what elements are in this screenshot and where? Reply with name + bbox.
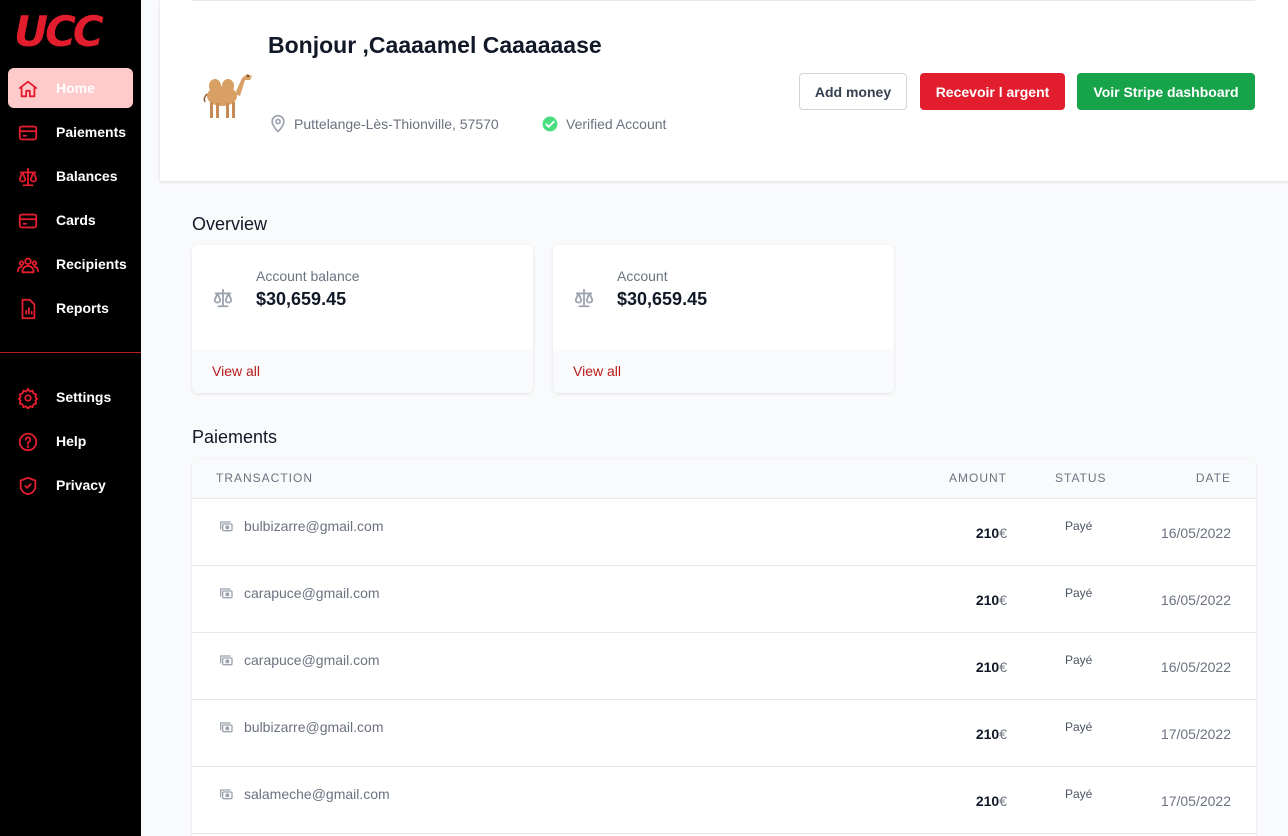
shield-check-icon — [19, 476, 37, 496]
camel-avatar — [203, 74, 252, 118]
transaction-date: 16/05/2022 — [1160, 659, 1231, 675]
sidebar-item-reports[interactable]: Reports — [8, 288, 133, 328]
profile-header: Bonjour ,Caaaamel Caaaaaase Puttelange-L… — [160, 0, 1288, 181]
table-row[interactable]: carapuce@gmail.com 210€ Payé 16/05/2022 — [192, 566, 1256, 633]
currency-symbol: € — [999, 726, 1007, 742]
sidebar-item-label: Privacy — [56, 477, 106, 493]
transaction-email: bulbizarre@gmail.com — [244, 518, 384, 534]
sidebar-item-label: Cards — [56, 212, 96, 228]
amount-value: 210 — [975, 592, 1000, 608]
card-value: $30,659.45 — [256, 289, 347, 309]
table-header: TRANSACTION AMOUNT STATUS DATE — [192, 459, 1256, 499]
home-icon — [18, 80, 38, 98]
amount-value: 210 — [975, 726, 1000, 742]
transaction-email: bulbizarre@gmail.com — [244, 719, 384, 735]
column-header-status[interactable]: STATUS — [1055, 471, 1107, 485]
card-label: Account balance — [256, 268, 360, 284]
column-header-transaction[interactable]: TRANSACTION — [216, 471, 313, 485]
scale-icon — [18, 167, 38, 187]
scale-icon — [574, 288, 594, 308]
amount-value: 210 — [975, 659, 1000, 675]
amount-value: 210 — [975, 793, 1000, 809]
status-badge: Payé — [1065, 586, 1093, 600]
sidebar-item-label: Home — [56, 80, 95, 96]
currency-symbol: € — [999, 592, 1007, 608]
sidebar-item-help[interactable]: Help — [8, 421, 133, 461]
sidebar-item-balances[interactable]: Balances — [8, 156, 133, 196]
sidebar-item-recipients[interactable]: Recipients — [8, 244, 133, 284]
gear-icon — [17, 387, 39, 409]
transaction-email: salameche@gmail.com — [244, 786, 390, 802]
sidebar-item-label: Help — [56, 433, 87, 449]
sidebar-item-cards[interactable]: Cards — [8, 200, 133, 240]
scale-icon — [213, 288, 233, 308]
card-value: $30,659.45 — [617, 289, 708, 309]
currency-symbol: € — [999, 659, 1007, 675]
view-all-link[interactable]: View all — [212, 363, 260, 379]
table-row[interactable]: bulbizarre@gmail.com 210€ Payé 17/05/202… — [192, 700, 1256, 767]
account-card: Account $30,659.45 View all — [553, 245, 894, 393]
cash-icon — [220, 588, 233, 599]
status-badge: Payé — [1065, 787, 1093, 801]
transaction-amount: 210€ — [976, 592, 1007, 608]
transaction-amount: 210€ — [976, 793, 1007, 809]
view-all-link[interactable]: View all — [573, 363, 621, 379]
table-row[interactable]: bulbizarre@gmail.com 210€ Payé 16/05/202… — [192, 499, 1256, 566]
cash-icon — [220, 655, 233, 666]
column-header-amount[interactable]: AMOUNT — [949, 471, 1007, 485]
sidebar-item-privacy[interactable]: Privacy — [8, 465, 133, 505]
stripe-dashboard-button[interactable]: Voir Stripe dashboard — [1077, 73, 1255, 110]
cash-icon — [220, 722, 233, 733]
currency-symbol: € — [999, 525, 1007, 541]
add-money-button[interactable]: Add money — [799, 73, 907, 110]
sidebar-item-label: Recipients — [56, 256, 127, 272]
verified-account-text: Verified Account — [566, 116, 667, 132]
greeting-title: Bonjour ,Caaaamel Caaaaaase — [268, 32, 602, 58]
sidebar-item-label: Paiements — [56, 124, 127, 140]
status-badge: Payé — [1065, 720, 1093, 734]
table-row[interactable]: carapuce@gmail.com 210€ Payé 16/05/2022 — [192, 633, 1256, 700]
sidebar: UCC Home Paiements Balances Cards Recipi… — [0, 0, 141, 836]
transaction-email: carapuce@gmail.com — [244, 585, 380, 601]
transaction-date: 17/05/2022 — [1160, 793, 1231, 809]
overview-title: Overview — [192, 214, 268, 234]
column-header-date[interactable]: DATE — [1196, 471, 1231, 485]
payments-title: Paiements — [192, 427, 278, 447]
receive-money-button[interactable]: Recevoir l argent — [920, 73, 1065, 110]
document-report-icon — [21, 298, 36, 320]
sidebar-item-home[interactable]: Home — [8, 68, 133, 108]
location-pin-icon — [271, 114, 285, 133]
sidebar-item-label: Balances — [56, 168, 118, 184]
amount-value: 210 — [975, 525, 1000, 541]
table-row[interactable]: salameche@gmail.com 210€ Payé 17/05/2022 — [192, 767, 1256, 834]
transaction-email: carapuce@gmail.com — [244, 652, 380, 668]
credit-card-icon — [18, 125, 38, 141]
account-balance-card: Account balance $30,659.45 View all — [192, 245, 533, 393]
location-text: Puttelange-Lès-Thionville, 57570 — [294, 116, 499, 132]
user-group-icon — [17, 257, 39, 274]
cash-icon — [220, 789, 233, 800]
ucc-logo[interactable]: UCC — [14, 10, 104, 54]
sidebar-item-label: Settings — [56, 389, 112, 405]
transaction-date: 17/05/2022 — [1160, 726, 1231, 742]
sidebar-item-settings[interactable]: Settings — [8, 377, 133, 417]
header-divider — [192, 0, 1255, 1]
transaction-date: 16/05/2022 — [1160, 592, 1231, 608]
cash-icon — [220, 521, 233, 532]
sidebar-item-paiements[interactable]: Paiements — [8, 112, 133, 152]
transaction-amount: 210€ — [976, 525, 1007, 541]
sidebar-item-label: Reports — [56, 300, 109, 316]
status-badge: Payé — [1065, 653, 1093, 667]
credit-card-icon — [18, 213, 38, 229]
currency-symbol: € — [999, 793, 1007, 809]
payments-table: TRANSACTION AMOUNT STATUS DATE bulbizarr… — [192, 459, 1256, 836]
transaction-date: 16/05/2022 — [1160, 525, 1231, 541]
transaction-amount: 210€ — [976, 659, 1007, 675]
question-circle-icon — [18, 432, 38, 452]
card-label: Account — [617, 268, 668, 284]
check-circle-icon — [542, 116, 558, 132]
status-badge: Payé — [1065, 519, 1093, 533]
transaction-amount: 210€ — [976, 726, 1007, 742]
sidebar-divider — [0, 352, 141, 353]
